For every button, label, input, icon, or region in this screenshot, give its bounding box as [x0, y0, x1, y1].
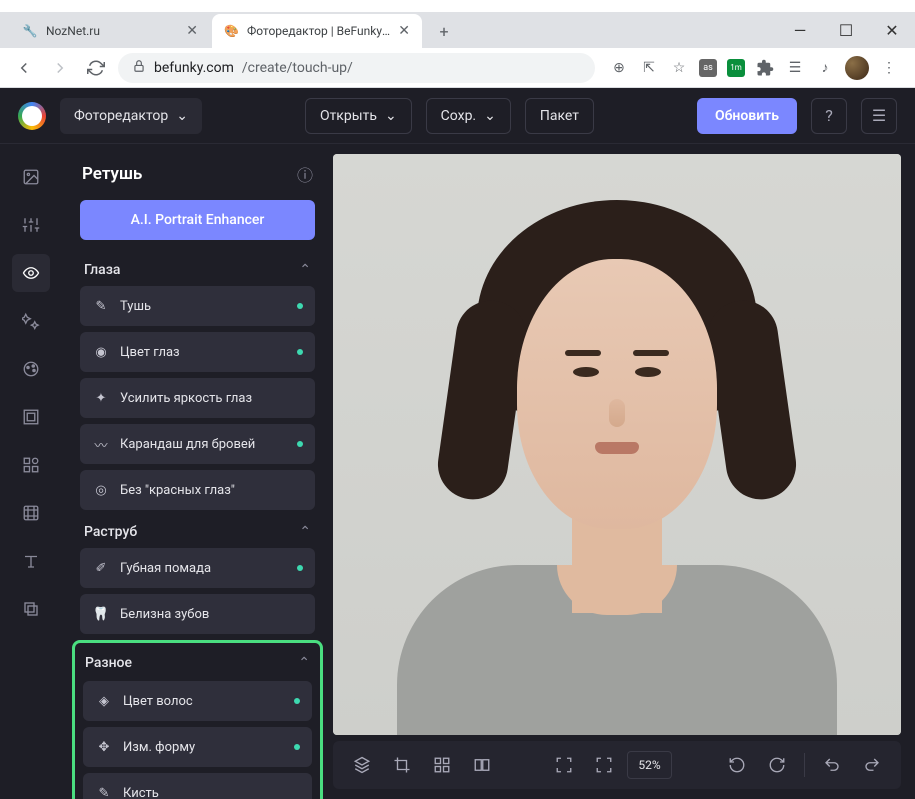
eye-icon: ◉ — [92, 345, 110, 360]
browser-tab[interactable]: 🔧 NozNet.ru ✕ — [10, 14, 210, 48]
section-eyes[interactable]: Глаза⌃ — [80, 254, 315, 286]
install-icon[interactable]: ⊕ — [609, 58, 629, 78]
fullscreen-icon[interactable] — [547, 748, 581, 782]
reading-list-icon[interactable]: ☰ — [785, 58, 805, 78]
new-tab-button[interactable]: + — [430, 17, 458, 45]
maximize-button[interactable]: ☐ — [823, 12, 869, 48]
tool-mascara[interactable]: ✎Тушь — [80, 286, 315, 326]
zoom-level[interactable]: 52% — [627, 751, 671, 779]
menu-icon[interactable]: ☰ — [861, 98, 897, 134]
info-icon[interactable]: ⓘ — [297, 162, 313, 186]
menu-icon[interactable]: ⋮ — [879, 58, 899, 78]
tool-lipstick[interactable]: ✐Губная помада — [80, 548, 315, 588]
rail-effects-icon[interactable] — [12, 302, 50, 340]
help-icon[interactable]: ? — [811, 98, 847, 134]
rail-text-icon[interactable] — [12, 542, 50, 580]
url-domain: befunky.com — [154, 60, 234, 76]
drop-icon: ◈ — [95, 694, 113, 709]
open-button[interactable]: Открыть — [305, 98, 412, 134]
redo-icon[interactable] — [855, 748, 889, 782]
url-path: /create/touch-up/ — [242, 60, 353, 76]
tab-title: NozNet.ru — [46, 24, 100, 38]
url-input[interactable]: befunky.com/create/touch-up/ — [118, 53, 595, 83]
share-icon[interactable]: ⇱ — [639, 58, 659, 78]
browser-tabstrip: 🔧 NozNet.ru ✕ 🎨 Фоторедактор | BeFunky: … — [0, 12, 915, 48]
extensions-icon[interactable] — [755, 58, 775, 78]
section-mouth[interactable]: Раструб⌃ — [80, 516, 315, 548]
rail-graphics-icon[interactable] — [12, 446, 50, 484]
reload-button[interactable] — [82, 54, 110, 82]
section-misc-highlight: Разное⌃ ◈Цвет волос ✥Изм. форму ✎Кисть ▦… — [72, 640, 323, 799]
chevron-down-icon — [176, 108, 188, 124]
ai-enhancer-button[interactable]: A.I. Portrait Enhancer — [80, 200, 315, 240]
wrench-icon: 🔧 — [22, 23, 38, 39]
canvas-toolbar: 52% — [333, 741, 901, 789]
batch-button[interactable]: Пакет — [525, 98, 594, 134]
side-panel: Ретушь ⓘ A.I. Portrait Enhancer Глаза⌃ ✎… — [62, 144, 327, 799]
brow-icon: 〰 — [92, 435, 110, 454]
befunky-icon: 🎨 — [224, 23, 239, 39]
chevron-down-icon — [484, 108, 496, 124]
app-header: Фоторедактор Открыть Сохр. Пакет Обновит… — [0, 88, 915, 144]
rail-sliders-icon[interactable] — [12, 206, 50, 244]
rail-touchup-icon[interactable] — [12, 254, 50, 292]
tool-eye-color[interactable]: ◉Цвет глаз — [80, 332, 315, 372]
chevron-up-icon: ⌃ — [299, 524, 311, 540]
ext-icon[interactable]: 1m — [727, 59, 745, 77]
close-icon[interactable]: ✕ — [398, 23, 410, 39]
reshape-icon: ✥ — [95, 740, 113, 755]
browser-tab-active[interactable]: 🎨 Фоторедактор | BeFunky: Image ✕ — [212, 14, 422, 48]
tool-brush[interactable]: ✎Кисть — [83, 773, 312, 799]
panel-title: Ретушь — [82, 164, 297, 184]
layers-icon[interactable] — [345, 748, 379, 782]
lipstick-icon: ✐ — [92, 561, 110, 576]
chevron-down-icon — [385, 108, 397, 124]
rail-image-icon[interactable] — [12, 158, 50, 196]
tool-eye-brighten[interactable]: ✦Усилить яркость глаз — [80, 378, 315, 418]
save-button[interactable]: Сохр. — [426, 98, 511, 134]
tooth-icon: 🦷 — [92, 607, 110, 622]
rail-overlays-icon[interactable] — [12, 494, 50, 532]
portrait-image — [333, 154, 901, 735]
editor-selector[interactable]: Фоторедактор — [60, 98, 202, 134]
bookmark-icon[interactable]: ☆ — [669, 58, 689, 78]
chevron-up-icon: ⌃ — [298, 655, 310, 671]
forward-button[interactable] — [46, 54, 74, 82]
rotate-left-icon[interactable] — [720, 748, 754, 782]
rail-textures-icon[interactable] — [12, 590, 50, 628]
crop-icon[interactable] — [385, 748, 419, 782]
fit-icon[interactable] — [587, 748, 621, 782]
back-button[interactable] — [10, 54, 38, 82]
close-window-button[interactable]: ✕ — [869, 12, 915, 48]
lock-icon — [132, 59, 146, 77]
grid-icon[interactable] — [425, 748, 459, 782]
profile-avatar[interactable] — [845, 56, 869, 80]
tab-title: Фоторедактор | BeFunky: Image — [247, 24, 390, 38]
browser-addressbar: befunky.com/create/touch-up/ ⊕ ⇱ ☆ as 1m… — [0, 48, 915, 88]
eye-icon: ◎ — [92, 483, 110, 498]
befunky-logo[interactable] — [18, 102, 46, 130]
chevron-up-icon: ⌃ — [299, 262, 311, 278]
ext-icon[interactable]: as — [699, 59, 717, 77]
rail-frames-icon[interactable] — [12, 398, 50, 436]
tool-hair-color[interactable]: ◈Цвет волос — [83, 681, 312, 721]
tool-rail — [0, 144, 62, 799]
tool-teeth-whiten[interactable]: 🦷Белизна зубов — [80, 594, 315, 634]
undo-icon[interactable] — [815, 748, 849, 782]
mascara-icon: ✎ — [92, 299, 110, 314]
canvas[interactable] — [333, 154, 901, 735]
rail-artsy-icon[interactable] — [12, 350, 50, 388]
upgrade-button[interactable]: Обновить — [697, 98, 797, 134]
music-icon[interactable]: ♪ — [815, 58, 835, 78]
tool-reshape[interactable]: ✥Изм. форму — [83, 727, 312, 767]
section-misc[interactable]: Разное⌃ — [83, 649, 312, 681]
tool-eyebrow-pencil[interactable]: 〰Карандаш для бровей — [80, 424, 315, 464]
rotate-right-icon[interactable] — [760, 748, 794, 782]
close-icon[interactable]: ✕ — [186, 23, 198, 39]
sparkle-icon: ✦ — [92, 391, 110, 406]
minimize-button[interactable]: — — [777, 12, 823, 48]
compare-icon[interactable] — [465, 748, 499, 782]
tool-redeye[interactable]: ◎Без "красных глаз" — [80, 470, 315, 510]
brush-icon: ✎ — [95, 786, 113, 799]
